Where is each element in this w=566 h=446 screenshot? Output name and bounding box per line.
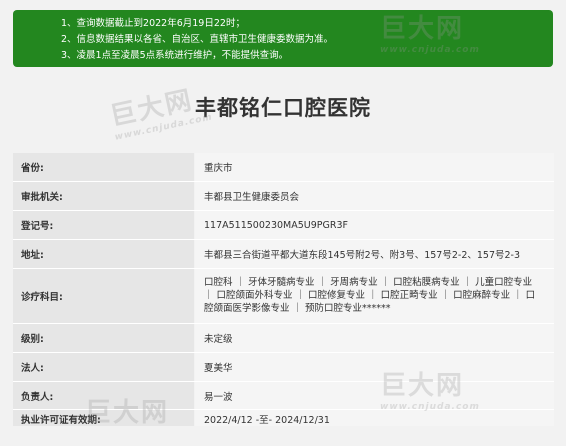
row-value: 丰都县卫生健康委员会 bbox=[195, 182, 554, 210]
row-value: 重庆市 bbox=[195, 153, 554, 181]
table-row: 诊疗科目: 口腔科 ｜ 牙体牙髓病专业 ｜ 牙周病专业 ｜ 口腔粘膜病专业 ｜ … bbox=[13, 268, 554, 323]
table-row: 审批机关: 丰都县卫生健康委员会 bbox=[13, 181, 554, 210]
row-value: 丰都县三合街道平都大道东段145号附2号、附3号、157号2-2、157号2-3 bbox=[195, 240, 554, 268]
row-label: 级别: bbox=[13, 324, 194, 352]
row-label: 审批机关: bbox=[13, 182, 194, 210]
row-label: 省份: bbox=[13, 153, 194, 181]
notice-banner: 1、查询数据截止到2022年6月19日22时； 2、信息数据结果以各省、自治区、… bbox=[13, 10, 553, 67]
row-value: 易一波 bbox=[195, 382, 554, 409]
row-label: 法人: bbox=[13, 353, 194, 381]
row-label: 诊疗科目: bbox=[13, 269, 194, 323]
notice-line: 1、查询数据截止到2022年6月19日22时； bbox=[61, 18, 245, 29]
table-row: 级别: 未定级 bbox=[13, 323, 554, 352]
table-row: 负责人: 易一波 bbox=[13, 381, 554, 409]
table-row: 地址: 丰都县三合街道平都大道东段145号附2号、附3号、157号2-2、157… bbox=[13, 239, 554, 268]
table-row: 法人: 夏美华 bbox=[13, 352, 554, 381]
row-label: 执业许可证有效期: bbox=[13, 410, 194, 426]
table-row: 执业许可证有效期: 2022/4/12 -至- 2024/12/31 bbox=[13, 409, 554, 429]
row-value: 117A511500230MA5U9PGR3F bbox=[195, 211, 554, 239]
row-label: 登记号: bbox=[13, 211, 194, 239]
notice-line: 2、信息数据结果以各省、自治区、直辖市卫生健康委数据为准。 bbox=[61, 34, 334, 45]
row-value: 夏美华 bbox=[195, 353, 554, 381]
notice-line: 3、凌晨1点至凌晨5点系统进行维护，不能提供查询。 bbox=[61, 50, 289, 61]
row-value: 2022/4/12 -至- 2024/12/31 bbox=[195, 410, 554, 426]
info-table: 省份: 重庆市 审批机关: 丰都县卫生健康委员会 登记号: 117A511500… bbox=[13, 153, 554, 429]
row-value: 未定级 bbox=[195, 324, 554, 352]
page-title: 丰都铭仁口腔医院 bbox=[195, 96, 371, 120]
table-row: 登记号: 117A511500230MA5U9PGR3F bbox=[13, 210, 554, 239]
row-label: 负责人: bbox=[13, 382, 194, 409]
row-value: 口腔科 ｜ 牙体牙髓病专业 ｜ 牙周病专业 ｜ 口腔粘膜病专业 ｜ 儿童口腔专业… bbox=[195, 269, 554, 323]
row-label: 地址: bbox=[13, 240, 194, 268]
table-row: 省份: 重庆市 bbox=[13, 153, 554, 181]
